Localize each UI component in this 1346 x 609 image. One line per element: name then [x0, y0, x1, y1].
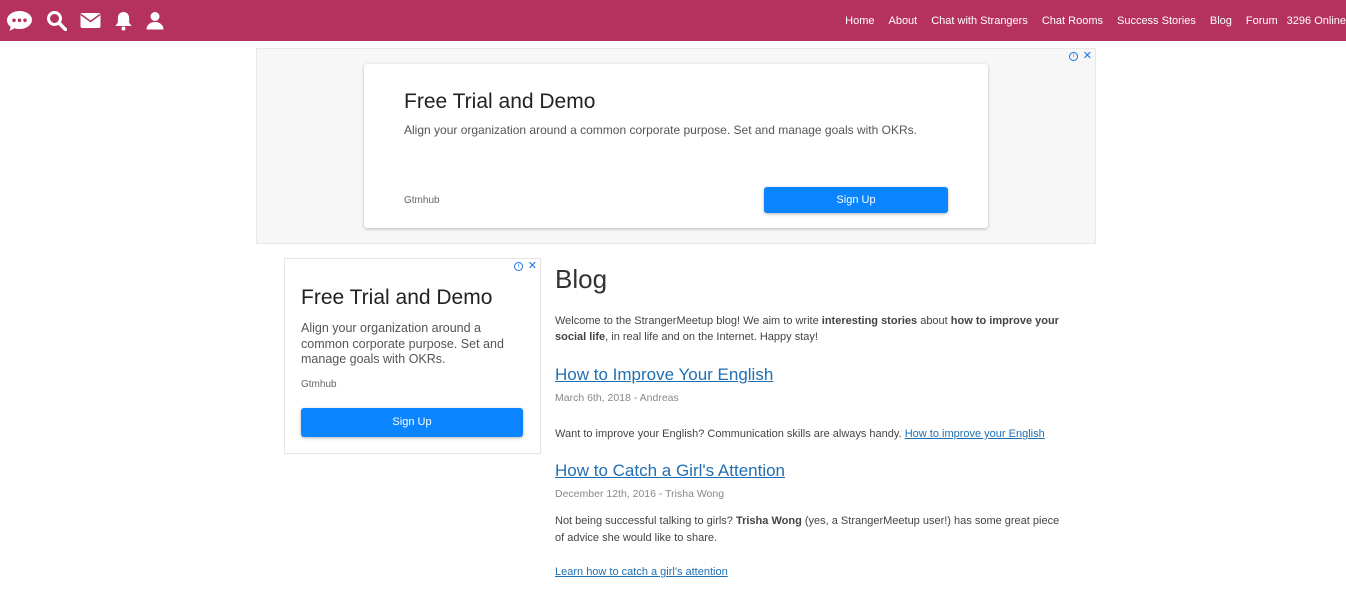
ad-choices[interactable]: i ✕	[1068, 51, 1092, 62]
blog-post: How to Improve Your English March 6th, 2…	[555, 365, 1065, 443]
post-date: March 6th, 2018	[555, 392, 631, 404]
ad-card[interactable]: Free Trial and Demo Align your organizat…	[364, 64, 988, 228]
user-icon[interactable]	[146, 10, 164, 32]
intro-text: Welcome to the StrangerMeetup blog! We a…	[555, 315, 822, 327]
top-ad-banner[interactable]: i ✕ Free Trial and Demo Align your organ…	[256, 48, 1096, 244]
top-navbar: Home About Chat with Strangers Chat Room…	[0, 0, 1346, 41]
mail-icon[interactable]	[80, 10, 101, 32]
intro-text: , in real life and on the Internet. Happ…	[605, 331, 818, 343]
nav-chat-rooms[interactable]: Chat Rooms	[1042, 15, 1103, 27]
post-author: Andreas	[639, 392, 679, 404]
blog-intro: Welcome to the StrangerMeetup blog! We a…	[555, 313, 1065, 345]
ad-info-icon[interactable]: i	[1068, 51, 1078, 61]
post-text: Want to improve your English? Communicat…	[555, 428, 905, 440]
post-link-row: Learn how to catch a girl's attention	[555, 564, 1065, 581]
nav-home[interactable]: Home	[845, 15, 874, 27]
ad-title[interactable]: Free Trial and Demo	[301, 286, 492, 310]
bell-icon[interactable]	[114, 10, 133, 32]
post-title-link[interactable]: How to Catch a Girl's Attention	[555, 461, 1065, 481]
blog-post: How to Catch a Girl's Attention December…	[555, 461, 1065, 581]
ad-sign-up-button[interactable]: Sign Up	[301, 408, 523, 437]
nav-blog[interactable]: Blog	[1210, 15, 1232, 27]
post-meta-separator: -	[630, 392, 640, 404]
intro-text: about	[917, 315, 951, 327]
post-meta: December 12th, 2016 - Trisha Wong	[555, 488, 1065, 500]
post-date: December 12th, 2016	[555, 488, 656, 500]
chat-bubble-icon[interactable]	[6, 10, 33, 32]
post-excerpt: Not being successful talking to girls? T…	[555, 513, 1065, 547]
post-excerpt: Want to improve your English? Communicat…	[555, 426, 1065, 443]
post-read-more-link[interactable]: Learn how to catch a girl's attention	[555, 566, 728, 578]
nav-forum[interactable]: Forum	[1246, 15, 1278, 27]
ad-close-icon[interactable]: ✕	[1083, 51, 1092, 62]
post-meta-separator: -	[655, 488, 666, 500]
post-title-link[interactable]: How to Improve Your English	[555, 365, 1065, 385]
ad-brand[interactable]: Gtmhub	[301, 379, 337, 390]
post-author: Trisha Wong	[665, 488, 725, 500]
post-read-more-link[interactable]: How to improve your English	[905, 428, 1045, 440]
post-text: Not being successful talking to girls?	[555, 515, 736, 527]
ad-description: Align your organization around a common …	[301, 321, 504, 366]
main-nav: Home About Chat with Strangers Chat Room…	[831, 0, 1346, 41]
ad-close-icon[interactable]: ✕	[528, 261, 537, 272]
navbar-icons	[6, 0, 177, 41]
side-ad-banner[interactable]: i ✕ Free Trial and Demo Align your organ…	[284, 258, 541, 454]
ad-info-icon[interactable]: i	[513, 261, 523, 271]
ad-description: Align your organization around a common …	[404, 123, 917, 137]
nav-about[interactable]: About	[888, 15, 917, 27]
search-icon[interactable]	[46, 10, 67, 32]
post-author-mention: Trisha Wong	[735, 515, 802, 527]
ad-brand[interactable]: Gtmhub	[404, 195, 440, 206]
nav-success-stories[interactable]: Success Stories	[1117, 15, 1196, 27]
post-meta: March 6th, 2018 - Andreas	[555, 392, 1065, 404]
intro-emphasis: interesting stories	[821, 315, 918, 327]
ad-choices[interactable]: i ✕	[513, 261, 537, 272]
page-title: Blog	[555, 264, 608, 294]
blog-section: Blog Welcome to the StrangerMeetup blog!…	[555, 264, 1065, 581]
online-count: 3296 Online	[1286, 14, 1346, 27]
nav-chat-with-strangers[interactable]: Chat with Strangers	[931, 15, 1028, 27]
ad-sign-up-button[interactable]: Sign Up	[764, 187, 948, 213]
ad-title[interactable]: Free Trial and Demo	[404, 90, 595, 114]
